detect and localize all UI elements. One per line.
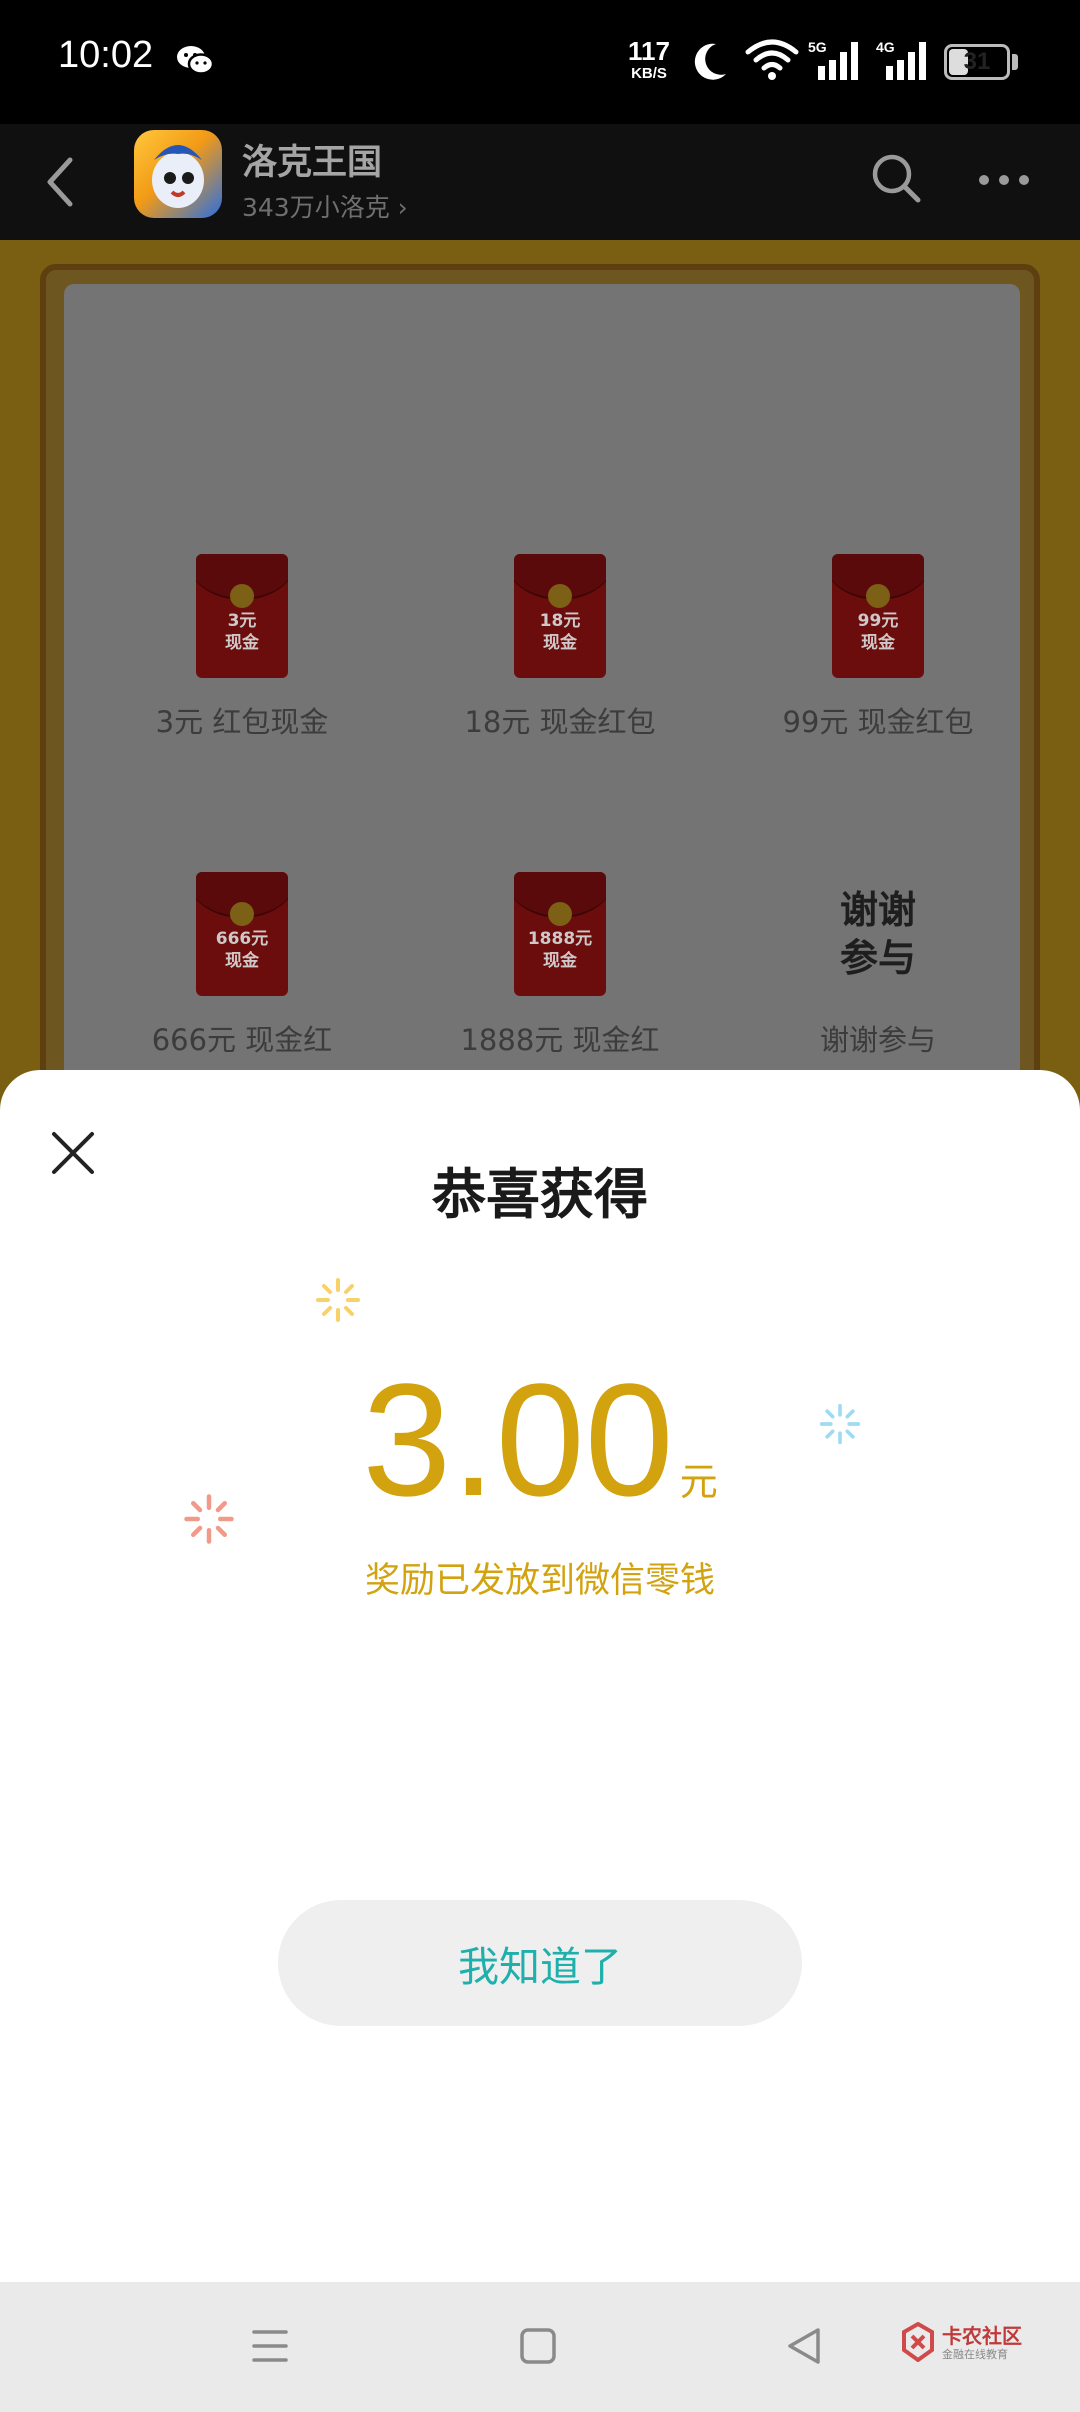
reward-amount-value: 3.00 [362, 1350, 674, 1529]
system-nav-bar: 卡农社区 金融在线教育 [0, 2282, 1080, 2412]
thanks-image: 谢谢参与 [839, 888, 916, 980]
prize-label: 谢谢参与 [819, 1023, 936, 1057]
prize-label: 18元 现金红包 [464, 705, 656, 739]
watermark-subtitle: 金融在线教育 [942, 2348, 1008, 2361]
signal-5g-icon: 5G [808, 39, 858, 80]
moon-icon [694, 43, 726, 80]
confirm-button[interactable]: 我知道了 [278, 1900, 802, 2026]
wifi-icon [745, 39, 799, 80]
reward-amount-unit: 元 [679, 1460, 718, 1504]
wechat-icon [177, 46, 214, 75]
prize-label: 3元 红包现金 [155, 705, 329, 739]
nav-back-icon[interactable] [784, 2326, 824, 2366]
search-icon[interactable] [868, 150, 924, 206]
more-icon[interactable] [976, 172, 1032, 188]
lottery-board: 3元 现金 3元 红包现金 18元 现金 18元 现金红包 99元 现金 99元 现金… [40, 264, 1040, 1124]
lottery-game-area: 3元 现金 3元 红包现金 18元 现金 18元 现金红包 99元 现金 99元 现金… [0, 240, 1080, 1140]
sim1-label: 5G [808, 39, 827, 55]
lottery-board-inner: 3元 现金 3元 红包现金 18元 现金 18元 现金红包 99元 现金 99元 现金… [64, 284, 1020, 1118]
prize-item: 18元 现金 18元 现金红包 [410, 554, 710, 748]
sim2-label: 4G [876, 39, 895, 55]
signal-4g-icon: 4G [876, 39, 926, 80]
app-logo[interactable] [134, 130, 222, 218]
red-envelope-icon: 1888元 现金 [514, 872, 606, 996]
red-envelope-icon: 99元 现金 [832, 554, 924, 678]
home-icon[interactable] [518, 2326, 558, 2366]
app-logo-mascot [152, 145, 204, 208]
battery-icon: 31 [944, 44, 1010, 80]
prize-item: 99元 现金 99元 现金红包 [728, 554, 1028, 748]
prize-label: 99元 现金红包 [782, 705, 974, 739]
prize-item: 3元 现金 3元 红包现金 [92, 554, 392, 748]
sparkle-icon [316, 1278, 360, 1322]
recent-apps-icon[interactable] [250, 2326, 290, 2366]
watermark-logo-icon [902, 2322, 934, 2362]
prize-item: 谢谢参与 谢谢参与 [728, 872, 1028, 1066]
red-envelope-icon: 666元 现金 [196, 872, 288, 996]
reward-amount: 3.00 元 [0, 1360, 1080, 1520]
red-envelope-icon: 18元 现金 [514, 554, 606, 678]
dialog-title: 恭喜获得 [432, 1163, 648, 1226]
red-envelope-icon: 3元 现金 [196, 554, 288, 678]
reward-note: 奖励已发放到微信零钱 [364, 1561, 715, 1601]
back-icon[interactable] [40, 152, 80, 212]
app-header: 洛克王国 343万小洛克 › [0, 124, 1080, 240]
net-speed-value: 117 [628, 36, 670, 66]
app-title: 洛克王国 [242, 143, 383, 183]
app-followers[interactable]: 343万小洛克 › [242, 188, 408, 224]
watermark: 卡农社区 金融在线教育 [900, 2320, 1070, 2370]
battery-level: 31 [963, 48, 991, 75]
net-speed-unit: KB/S [631, 65, 667, 82]
status-bar: 10:02 117 KB/S 5G 4G 31 [0, 0, 1080, 124]
reward-dialog: 恭喜获得 3.00 元 奖励已发放到微信零钱 我知道了 [0, 1070, 1080, 2282]
status-time: 10:02 [58, 34, 154, 76]
net-speed: 117 KB/S [626, 38, 672, 81]
battery-cap [1012, 54, 1018, 70]
watermark-title: 卡农社区 [942, 2324, 1022, 2348]
